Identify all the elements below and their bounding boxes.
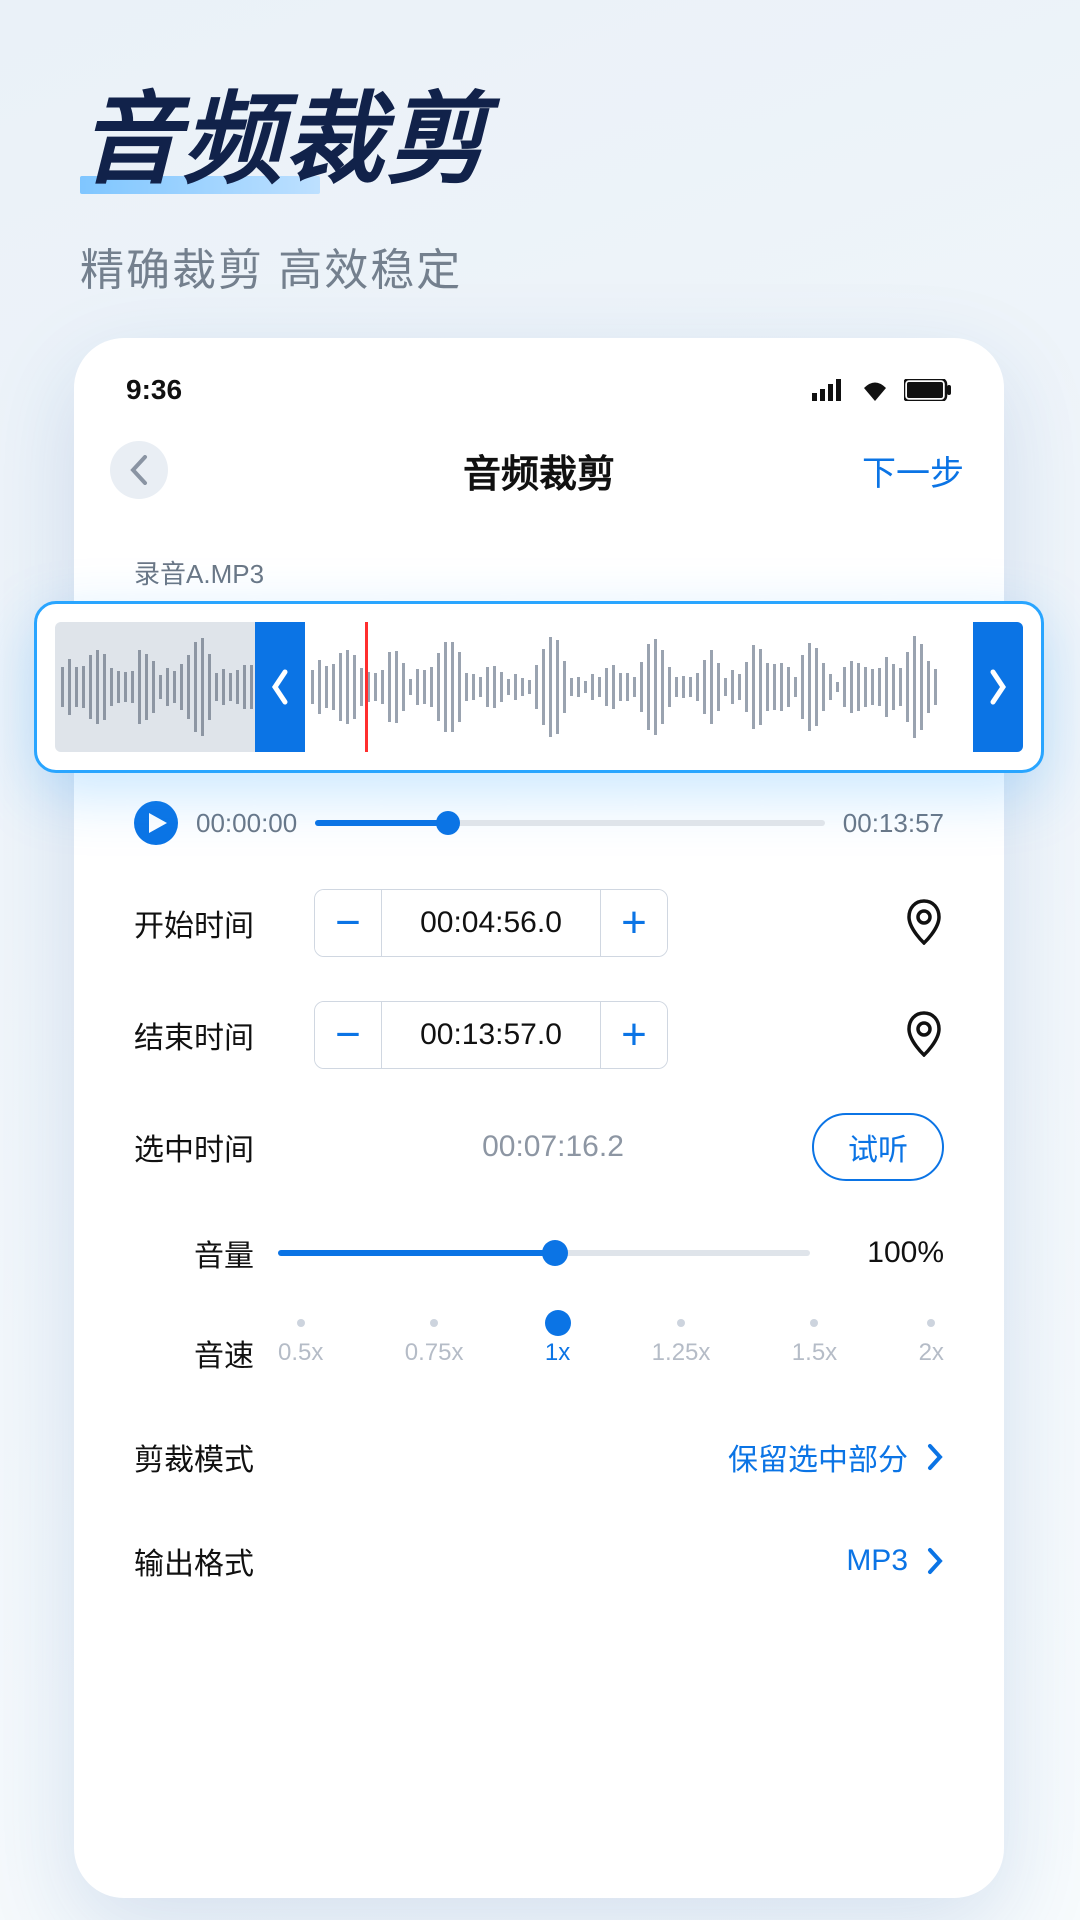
speed-option[interactable]: 0.75x — [405, 1339, 464, 1367]
trim-end-handle[interactable] — [973, 622, 1023, 752]
speed-picker[interactable]: 0.5x 0.75x 1x 1.25x 1.5x 2x — [278, 1339, 944, 1367]
output-format-value: MP3 — [846, 1544, 944, 1578]
selected-time-value: 00:07:16.2 — [314, 1130, 792, 1164]
end-time-label: 结束时间 — [134, 1013, 294, 1057]
navigation-bar: 音频裁剪 下一步 — [102, 424, 976, 516]
trim-mode-row[interactable]: 剪裁模式 保留选中部分 — [102, 1435, 976, 1479]
volume-fill — [278, 1250, 555, 1256]
output-format-text: MP3 — [846, 1544, 908, 1578]
speed-option[interactable]: 1.25x — [652, 1339, 711, 1367]
playback-slider[interactable] — [315, 820, 825, 826]
current-time: 00:00:00 — [196, 808, 297, 839]
selected-time-label: 选中时间 — [134, 1125, 294, 1169]
chevron-left-icon — [270, 667, 290, 707]
wifi-icon — [860, 379, 890, 401]
start-time-label: 开始时间 — [134, 901, 294, 945]
playback-controls: 00:00:00 00:13:57 — [102, 801, 976, 845]
trim-start-handle[interactable] — [255, 622, 305, 752]
page-title: 音频裁剪 — [463, 443, 615, 498]
back-button[interactable] — [110, 441, 168, 499]
volume-value: 100% — [834, 1236, 944, 1270]
trim-mode-value: 保留选中部分 — [728, 1435, 944, 1479]
start-time-stepper: − 00:04:56.0 + — [314, 889, 668, 957]
selected-time-row: 选中时间 00:07:16.2 试听 — [102, 1113, 976, 1181]
waveform-display[interactable] — [55, 622, 1023, 752]
chevron-right-icon — [988, 667, 1008, 707]
phone-mockup: 9:36 音频裁剪 下一步 录音A.MP3 — [74, 338, 1004, 1898]
volume-knob[interactable] — [542, 1240, 568, 1266]
output-format-label: 输出格式 — [134, 1539, 254, 1583]
waveform-sel — [305, 622, 973, 752]
playback-knob[interactable] — [436, 811, 460, 835]
start-time-row: 开始时间 − 00:04:56.0 + — [102, 889, 976, 957]
status-bar: 9:36 — [102, 374, 976, 424]
speed-option[interactable]: 1.5x — [792, 1339, 837, 1367]
speed-option[interactable]: 1x — [545, 1339, 570, 1367]
status-time: 9:36 — [126, 374, 182, 406]
status-icons — [812, 379, 952, 401]
next-button[interactable]: 下一步 — [862, 446, 964, 495]
pin-icon — [904, 897, 944, 945]
start-time-increment[interactable]: + — [601, 890, 667, 956]
selected-region[interactable] — [305, 622, 973, 752]
end-time-decrement[interactable]: − — [315, 1002, 381, 1068]
play-button[interactable] — [134, 801, 178, 845]
speed-row: 音速 0.5x 0.75x 1x 1.25x 1.5x 2x — [102, 1331, 976, 1375]
chevron-right-icon — [926, 1443, 944, 1471]
trim-mode-label: 剪裁模式 — [134, 1435, 254, 1479]
end-time-value[interactable]: 00:13:57.0 — [381, 1002, 601, 1068]
start-time-decrement[interactable]: − — [315, 890, 381, 956]
total-time: 00:13:57 — [843, 808, 944, 839]
end-time-increment[interactable]: + — [601, 1002, 667, 1068]
playhead[interactable] — [365, 622, 368, 752]
playback-fill — [315, 820, 447, 826]
battery-icon — [904, 379, 952, 401]
end-time-stepper: − 00:13:57.0 + — [314, 1001, 668, 1069]
speed-option[interactable]: 0.5x — [278, 1339, 323, 1367]
speed-label: 音速 — [134, 1331, 254, 1375]
end-time-marker-button[interactable] — [904, 1009, 944, 1062]
promo-title: 音频裁剪 — [0, 0, 1080, 190]
volume-row: 音量 100% — [102, 1231, 976, 1275]
preview-button[interactable]: 试听 — [812, 1113, 944, 1181]
start-time-marker-button[interactable] — [904, 897, 944, 950]
volume-label: 音量 — [134, 1231, 254, 1275]
output-format-row[interactable]: 输出格式 MP3 — [102, 1539, 976, 1583]
trim-mode-text: 保留选中部分 — [728, 1435, 908, 1479]
volume-slider[interactable] — [278, 1238, 810, 1268]
chevron-right-icon — [926, 1547, 944, 1575]
end-time-row: 结束时间 − 00:13:57.0 + — [102, 1001, 976, 1069]
pin-icon — [904, 1009, 944, 1057]
signal-icon — [812, 379, 846, 401]
audio-filename: 录音A.MP3 — [102, 516, 976, 601]
start-time-value[interactable]: 00:04:56.0 — [381, 890, 601, 956]
speed-option[interactable]: 2x — [919, 1339, 944, 1367]
promo-heading: 音频裁剪 — [80, 90, 1080, 190]
waveform-card — [34, 601, 1044, 773]
promo-subtitle: 精确裁剪 高效稳定 — [0, 194, 1080, 298]
play-icon — [149, 813, 167, 833]
chevron-left-icon — [128, 455, 150, 485]
